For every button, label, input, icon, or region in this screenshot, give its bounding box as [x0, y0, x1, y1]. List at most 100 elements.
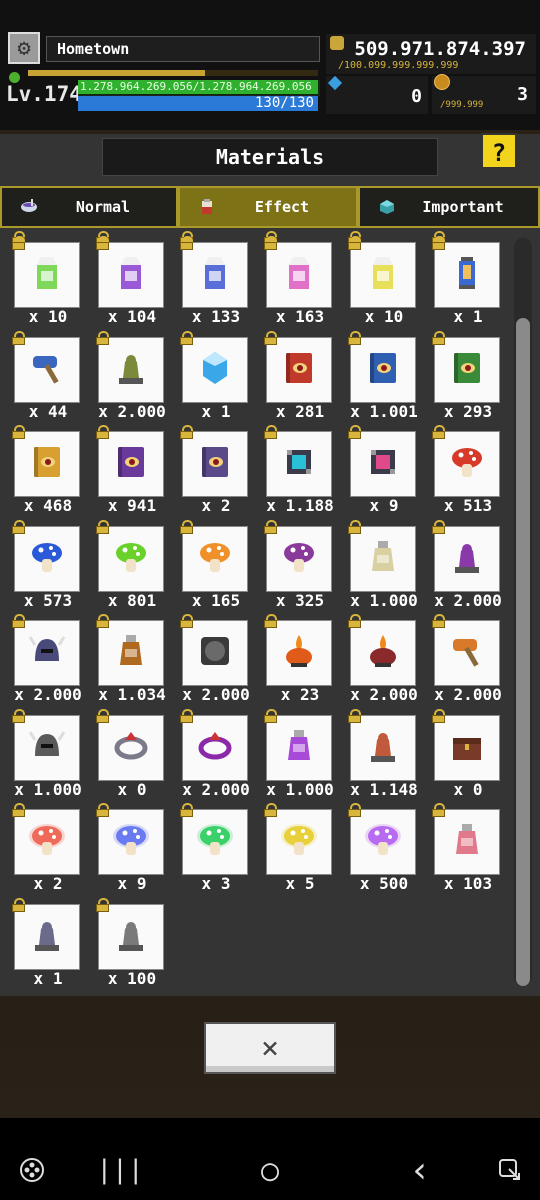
- material-item[interactable]: x 1.000: [254, 701, 334, 798]
- gamepad-icon[interactable]: [12, 1150, 52, 1190]
- item-slot[interactable]: [434, 809, 500, 875]
- item-slot[interactable]: [182, 431, 248, 497]
- material-item[interactable]: x 500: [338, 795, 418, 893]
- item-slot[interactable]: [434, 620, 500, 686]
- item-slot[interactable]: [14, 809, 80, 875]
- material-item[interactable]: x 325: [254, 512, 334, 609]
- item-slot[interactable]: [434, 431, 500, 497]
- item-slot[interactable]: [98, 242, 164, 308]
- back-button[interactable]: ‹: [400, 1150, 440, 1191]
- item-slot[interactable]: [182, 809, 248, 875]
- material-item[interactable]: x 103: [422, 795, 502, 893]
- item-slot[interactable]: [434, 336, 500, 403]
- screenshot-icon[interactable]: [490, 1150, 530, 1190]
- item-slot[interactable]: [14, 242, 80, 308]
- material-item[interactable]: x 3: [170, 795, 250, 893]
- item-slot[interactable]: [266, 525, 332, 592]
- material-item[interactable]: x 10: [338, 228, 418, 326]
- material-item[interactable]: x 1: [422, 228, 502, 326]
- item-slot[interactable]: [98, 903, 164, 970]
- material-item[interactable]: x 0: [86, 701, 166, 798]
- tab-normal[interactable]: Normal: [0, 186, 178, 228]
- material-item[interactable]: x 293: [422, 323, 502, 420]
- material-item[interactable]: x 9: [338, 417, 418, 515]
- material-item[interactable]: x 1: [2, 890, 82, 987]
- material-item[interactable]: x 2.000: [422, 606, 502, 704]
- recents-button[interactable]: |||: [97, 1150, 144, 1190]
- item-slot[interactable]: [182, 714, 248, 781]
- item-slot[interactable]: [182, 525, 248, 592]
- material-item[interactable]: x 104: [86, 228, 166, 326]
- material-item[interactable]: x 2: [2, 795, 82, 893]
- item-slot[interactable]: [98, 620, 164, 686]
- item-slot[interactable]: [14, 903, 80, 970]
- item-slot[interactable]: [14, 620, 80, 686]
- item-slot[interactable]: [14, 714, 80, 781]
- item-slot[interactable]: [434, 525, 500, 592]
- item-slot[interactable]: [98, 336, 164, 403]
- item-slot[interactable]: [98, 714, 164, 781]
- material-item[interactable]: x 801: [86, 512, 166, 609]
- item-slot[interactable]: [182, 242, 248, 308]
- item-slot[interactable]: [266, 336, 332, 403]
- close-button[interactable]: ×: [204, 1022, 336, 1074]
- material-item[interactable]: x 2.000: [170, 606, 250, 704]
- material-item[interactable]: x 2.000: [422, 512, 502, 609]
- material-item[interactable]: x 9: [86, 795, 166, 893]
- material-item[interactable]: x 2.000: [2, 606, 82, 704]
- scrollbar-thumb[interactable]: [516, 318, 530, 986]
- material-item[interactable]: x 468: [2, 417, 82, 515]
- material-item[interactable]: x 0: [422, 701, 502, 798]
- material-item[interactable]: x 1.034: [86, 606, 166, 704]
- item-slot[interactable]: [434, 242, 500, 308]
- material-item[interactable]: x 100: [86, 890, 166, 987]
- material-item[interactable]: x 165: [170, 512, 250, 609]
- help-button[interactable]: ?: [481, 133, 517, 169]
- home-button[interactable]: ○: [250, 1150, 290, 1190]
- item-slot[interactable]: [182, 620, 248, 686]
- item-slot[interactable]: [14, 525, 80, 592]
- material-item[interactable]: x 1.148: [338, 701, 418, 798]
- material-item[interactable]: x 2: [170, 417, 250, 515]
- item-slot[interactable]: [350, 431, 416, 497]
- tab-effect[interactable]: Effect: [178, 186, 358, 228]
- item-slot[interactable]: [98, 431, 164, 497]
- material-item[interactable]: x 513: [422, 417, 502, 515]
- material-item[interactable]: x 1: [170, 323, 250, 420]
- material-item[interactable]: x 44: [2, 323, 82, 420]
- material-item[interactable]: x 1.001: [338, 323, 418, 420]
- item-slot[interactable]: [98, 809, 164, 875]
- material-item[interactable]: x 941: [86, 417, 166, 515]
- material-item[interactable]: x 163: [254, 228, 334, 326]
- tab-important[interactable]: Important: [358, 186, 540, 228]
- material-item[interactable]: x 23: [254, 606, 334, 704]
- item-slot[interactable]: [14, 431, 80, 497]
- item-slot[interactable]: [14, 336, 80, 403]
- item-slot[interactable]: [350, 714, 416, 781]
- item-slot[interactable]: [266, 714, 332, 781]
- item-slot[interactable]: [350, 620, 416, 686]
- item-slot[interactable]: [350, 336, 416, 403]
- material-item[interactable]: x 281: [254, 323, 334, 420]
- item-slot[interactable]: [98, 525, 164, 592]
- material-item[interactable]: x 2.000: [86, 323, 166, 420]
- item-slot[interactable]: [350, 242, 416, 308]
- item-slot[interactable]: [266, 431, 332, 497]
- material-item[interactable]: x 573: [2, 512, 82, 609]
- item-slot[interactable]: [434, 714, 500, 781]
- material-item[interactable]: x 1.188: [254, 417, 334, 515]
- item-slot[interactable]: [350, 525, 416, 592]
- item-slot[interactable]: [182, 336, 248, 403]
- material-item[interactable]: x 1.000: [2, 701, 82, 798]
- material-item[interactable]: x 10: [2, 228, 82, 326]
- material-item[interactable]: x 133: [170, 228, 250, 326]
- material-item[interactable]: x 2.000: [338, 606, 418, 704]
- item-slot[interactable]: [266, 620, 332, 686]
- material-item[interactable]: x 5: [254, 795, 334, 893]
- item-slot[interactable]: [350, 809, 416, 875]
- item-slot[interactable]: [266, 809, 332, 875]
- material-item[interactable]: x 2.000: [170, 701, 250, 798]
- material-item[interactable]: x 1.000: [338, 512, 418, 609]
- gear-icon[interactable]: ⚙: [8, 32, 40, 64]
- item-slot[interactable]: [266, 242, 332, 308]
